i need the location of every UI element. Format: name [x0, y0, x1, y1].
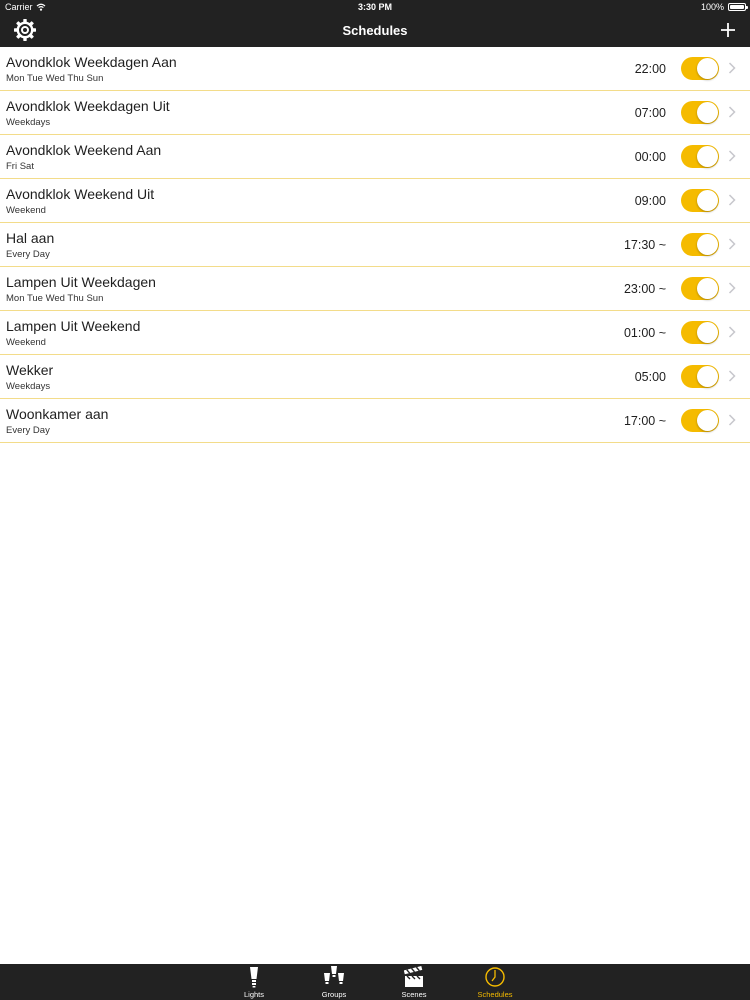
- schedule-time: 00:00: [634, 150, 666, 164]
- schedule-time: 17:30 ~: [623, 238, 666, 252]
- schedule-toggle[interactable]: [681, 409, 719, 432]
- chevron-right-icon: [728, 150, 736, 162]
- battery-level: [730, 5, 744, 9]
- battery-icon: [728, 3, 748, 11]
- schedule-toggle[interactable]: [681, 321, 719, 344]
- toggle-knob: [697, 190, 718, 211]
- tab-groups[interactable]: Groups: [299, 964, 369, 1000]
- clapperboard-icon: [404, 966, 423, 987]
- schedule-time: 07:00: [634, 106, 666, 120]
- schedule-list: Avondklok Weekdagen Aan Mon Tue Wed Thu S…: [0, 47, 750, 443]
- tab-bar: Lights Groups Scenes Schedules: [0, 964, 750, 1000]
- toggle-knob: [697, 102, 718, 123]
- battery-percent: 100%: [700, 2, 724, 12]
- schedule-days: Every Day: [6, 425, 50, 436]
- schedule-days: Every Day: [6, 249, 50, 260]
- schedule-name: Hal aan: [6, 230, 55, 246]
- tab-scenes[interactable]: Scenes: [379, 964, 449, 1000]
- schedule-row[interactable]: Hal aan Every Day 17:30 ~: [0, 223, 750, 267]
- schedule-name: Avondklok Weekend Uit: [6, 186, 155, 202]
- chevron-right-icon: [728, 106, 736, 118]
- chevron-right-icon: [728, 326, 736, 338]
- schedule-time: 23:00 ~: [623, 282, 666, 296]
- schedule-days: Weekdays: [6, 381, 51, 392]
- toggle-knob: [697, 410, 718, 431]
- toggle-knob: [697, 234, 718, 255]
- schedule-row[interactable]: Lampen Uit Weekdagen Mon Tue Wed Thu Sun 2…: [0, 267, 750, 311]
- tab-schedules[interactable]: Schedules: [460, 964, 530, 1000]
- schedule-toggle[interactable]: [681, 365, 719, 388]
- tab-label: Groups: [321, 990, 347, 999]
- schedule-days: Weekdays: [6, 117, 51, 128]
- schedule-days: Weekend: [6, 205, 46, 216]
- toggle-knob: [697, 146, 718, 167]
- status-time: 3:30 PM: [357, 2, 392, 12]
- status-right: 100%: [700, 2, 748, 12]
- schedule-name: Avondklok Weekend Aan: [6, 142, 162, 158]
- schedule-name: Avondklok Weekdagen Uit: [6, 98, 170, 114]
- schedule-days: Fri Sat: [6, 161, 34, 172]
- status-bar: Carrier 3:30 PM 100%: [0, 0, 750, 14]
- page-title: Schedules: [342, 23, 408, 38]
- chevron-right-icon: [728, 238, 736, 250]
- schedule-row[interactable]: Wekker Weekdays 05:00: [0, 355, 750, 399]
- clock-icon: [485, 967, 505, 987]
- tab-lights[interactable]: Lights: [219, 964, 289, 1000]
- chevron-right-icon: [728, 414, 736, 426]
- toggle-knob: [697, 322, 718, 343]
- schedule-row[interactable]: Avondklok Weekdagen Uit Weekdays 07:00: [0, 91, 750, 135]
- schedule-days: Mon Tue Wed Thu Sun: [6, 73, 104, 84]
- toggle-knob: [697, 58, 718, 79]
- schedule-time: 09:00: [634, 194, 666, 208]
- schedule-toggle[interactable]: [681, 233, 719, 256]
- schedule-row[interactable]: Avondklok Weekend Aan Fri Sat 00:00: [0, 135, 750, 179]
- tab-label: Scenes: [401, 990, 427, 999]
- tab-label: Lights: [243, 990, 264, 999]
- schedule-toggle[interactable]: [681, 57, 719, 80]
- schedule-time: 17:00 ~: [623, 414, 666, 428]
- schedule-row[interactable]: Woonkamer aan Every Day 17:00 ~: [0, 399, 750, 443]
- schedule-row[interactable]: Avondklok Weekdagen Aan Mon Tue Wed Thu S…: [0, 47, 750, 91]
- nav-bar: Schedules: [0, 14, 750, 47]
- schedule-days: Weekend: [6, 337, 46, 348]
- schedule-name: Woonkamer aan: [6, 406, 109, 422]
- schedule-row[interactable]: Avondklok Weekend Uit Weekend 09:00: [0, 179, 750, 223]
- schedule-name: Lampen Uit Weekend: [6, 318, 141, 334]
- chevron-right-icon: [728, 282, 736, 294]
- group-bulbs-icon: [324, 966, 344, 984]
- schedule-time: 01:00 ~: [623, 326, 666, 340]
- schedule-days: Mon Tue Wed Thu Sun: [6, 293, 104, 304]
- plus-icon[interactable]: [718, 20, 738, 40]
- tab-label: Schedules: [477, 990, 513, 999]
- schedule-toggle[interactable]: [681, 145, 719, 168]
- chevron-right-icon: [728, 62, 736, 74]
- schedule-row[interactable]: Lampen Uit Weekend Weekend 01:00 ~: [0, 311, 750, 355]
- chevron-right-icon: [728, 370, 736, 382]
- top-bar: Carrier 3:30 PM 100% Schedules: [0, 0, 750, 47]
- schedule-toggle[interactable]: [681, 101, 719, 124]
- schedule-time: 22:00: [634, 62, 666, 76]
- schedule-time: 05:00: [634, 370, 666, 384]
- schedule-name: Wekker: [6, 362, 54, 378]
- chevron-right-icon: [728, 194, 736, 206]
- bulb-icon: [250, 967, 258, 988]
- schedule-name: Lampen Uit Weekdagen: [6, 274, 156, 290]
- schedule-name: Avondklok Weekdagen Aan: [6, 54, 177, 70]
- schedule-toggle[interactable]: [681, 277, 719, 300]
- toggle-knob: [697, 366, 718, 387]
- schedule-toggle[interactable]: [681, 189, 719, 212]
- toggle-knob: [697, 278, 718, 299]
